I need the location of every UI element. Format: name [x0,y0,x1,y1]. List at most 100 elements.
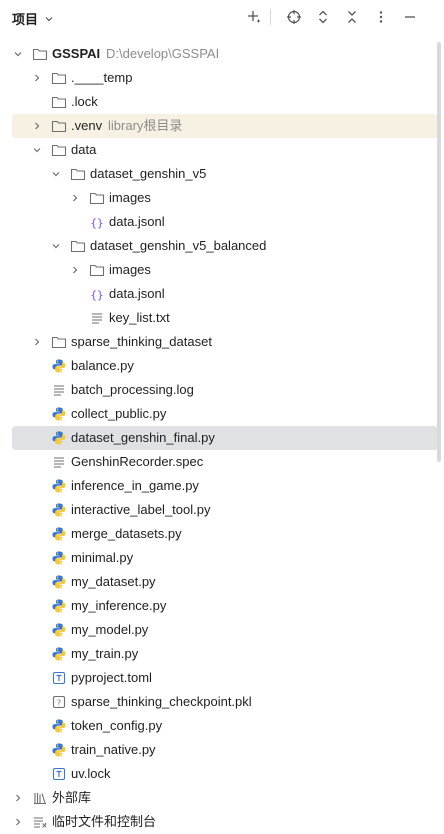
tree-item-label: my_inference.py [71,598,167,613]
tree-item-batch-processing-log[interactable]: batch_processing.log [12,378,438,402]
tree-item-collect-public[interactable]: collect_public.py [12,402,438,426]
panel-toolbar [237,8,422,26]
python-icon [52,431,66,445]
python-icon [52,743,66,757]
tree-item-lock[interactable]: .lock [12,90,438,114]
tree-item-train-native[interactable]: train_native.py [12,738,438,762]
chevron-right-icon[interactable] [31,120,43,132]
tree-item-annotation: library根目录 [108,118,183,133]
folder-icon [89,192,105,205]
tree-item-interactive-label-tool[interactable]: interactive_label_tool.py [12,498,438,522]
chevron-down-icon[interactable] [50,168,62,180]
folder-icon [51,96,67,109]
python-icon [52,551,66,565]
tree-item-merge-datasets[interactable]: merge_datasets.py [12,522,438,546]
python-icon [52,719,66,733]
hide-panel-button[interactable] [398,8,422,26]
tree-item-scratches-consoles[interactable]: 临时文件和控制台 [12,810,438,834]
tree-item-my-inference[interactable]: my_inference.py [12,594,438,618]
tree-item-uv-lock[interactable]: uv.lock [12,762,438,786]
tree-item-minimal[interactable]: minimal.py [12,546,438,570]
tree-item-label: my_dataset.py [71,574,156,589]
add-icon [248,11,260,23]
tree-item-label: data.jsonl [109,214,165,229]
tree-item-my-dataset[interactable]: my_dataset.py [12,570,438,594]
tree-item-label: my_model.py [71,622,149,637]
chevron-right-icon[interactable] [31,72,43,84]
tree-item-dataset-genshin-v5-balanced[interactable]: dataset_genshin_v5_balanced [12,234,438,258]
toolbar-separator [270,9,271,25]
tree-item-label: data [71,142,97,157]
tree-item-root[interactable]: GSSPAI D:\develop\GSSPAI [12,42,438,66]
tree-item-dataset-genshin-v5[interactable]: dataset_genshin_v5 [12,162,438,186]
chevron-down-icon[interactable] [31,144,43,156]
tree-item-my-train[interactable]: my_train.py [12,642,438,666]
folder-icon [32,48,48,61]
chevron-down-icon[interactable] [12,48,24,60]
tree-item-label: data.jsonl [109,286,165,301]
chevron-right-icon[interactable] [12,792,24,804]
python-icon [52,647,66,661]
python-icon [52,599,66,613]
tree-item-genshin-recorder-spec[interactable]: GenshinRecorder.spec [12,450,438,474]
vertical-scrollbar[interactable] [437,42,441,462]
collapse-all-button[interactable] [340,8,364,26]
svg-text:?: ? [57,699,61,708]
project-view-selector[interactable]: 项目 [12,9,54,28]
tree-item-data[interactable]: data [12,138,438,162]
tree-item-label: GSSPAI [52,46,101,61]
locate-file-button[interactable] [282,8,306,26]
tree-item-label: merge_datasets.py [71,526,182,541]
tree-item-label: pyproject.toml [71,670,152,685]
tree-item-images-1[interactable]: images [12,186,438,210]
chevron-down-icon [45,16,53,21]
tree-item-token-config[interactable]: token_config.py [12,714,438,738]
chevron-right-icon[interactable] [69,192,81,204]
library-icon [34,793,46,805]
folder-icon [51,72,67,85]
tree-item-label: dataset_genshin_v5_balanced [90,238,267,253]
tree-item-label: my_train.py [71,646,139,661]
tree-item-inference-in-game[interactable]: inference_in_game.py [12,474,438,498]
tree-item-data-jsonl-1[interactable]: {} data.jsonl [12,210,438,234]
more-vertical-icon [379,11,383,23]
tree-item-key-list[interactable]: key_list.txt [12,306,438,330]
json-braces-icon: {} [90,289,103,302]
chevron-right-icon[interactable] [69,264,81,276]
text-file-icon [54,457,64,468]
options-menu-button[interactable] [369,8,393,26]
minimize-icon [405,16,415,18]
tree-item-label: minimal.py [71,550,134,565]
python-icon [52,527,66,541]
tree-item-images-2[interactable]: images [12,258,438,282]
tree-item-my-model[interactable]: my_model.py [12,618,438,642]
tree-item-balance[interactable]: balance.py [12,354,438,378]
chevron-right-icon[interactable] [31,336,43,348]
tree-item-label: dataset_genshin_final.py [71,430,215,445]
new-file-button[interactable] [242,8,266,26]
tree-item-external-libraries[interactable]: 外部库 [12,786,438,810]
chevron-down-icon[interactable] [50,240,62,252]
tree-item-venv[interactable]: .venv library根目录 [12,114,438,138]
python-icon [52,479,66,493]
tree-item-label: collect_public.py [71,406,167,421]
expand-all-button[interactable] [311,8,335,26]
folder-icon [89,264,105,277]
tree-item-label: GenshinRecorder.spec [71,454,204,469]
tree-item-data-jsonl-2[interactable]: {} data.jsonl [12,282,438,306]
tree-item-sparse-thinking-dataset[interactable]: sparse_thinking_dataset [12,330,438,354]
tree-item-label: .venv [71,118,103,133]
tree-item-label: batch_processing.log [71,382,194,397]
tree-item-label: sparse_thinking_dataset [71,334,212,349]
tree-item-label: .____temp [71,70,133,85]
python-icon [52,359,66,373]
folder-icon [70,168,86,181]
tree-item-temp[interactable]: .____temp [12,66,438,90]
chevron-right-icon[interactable] [12,816,24,828]
tree-item-dataset-genshin-final[interactable]: dataset_genshin_final.py [12,426,438,450]
tree-item-pyproject[interactable]: pyproject.toml [12,666,438,690]
svg-text:{}: {} [90,289,103,302]
tree-item-label: inference_in_game.py [71,478,199,493]
tree-item-sparse-thinking-checkpoint[interactable]: ? sparse_thinking_checkpoint.pkl [12,690,438,714]
tree-item-label: train_native.py [71,742,156,757]
